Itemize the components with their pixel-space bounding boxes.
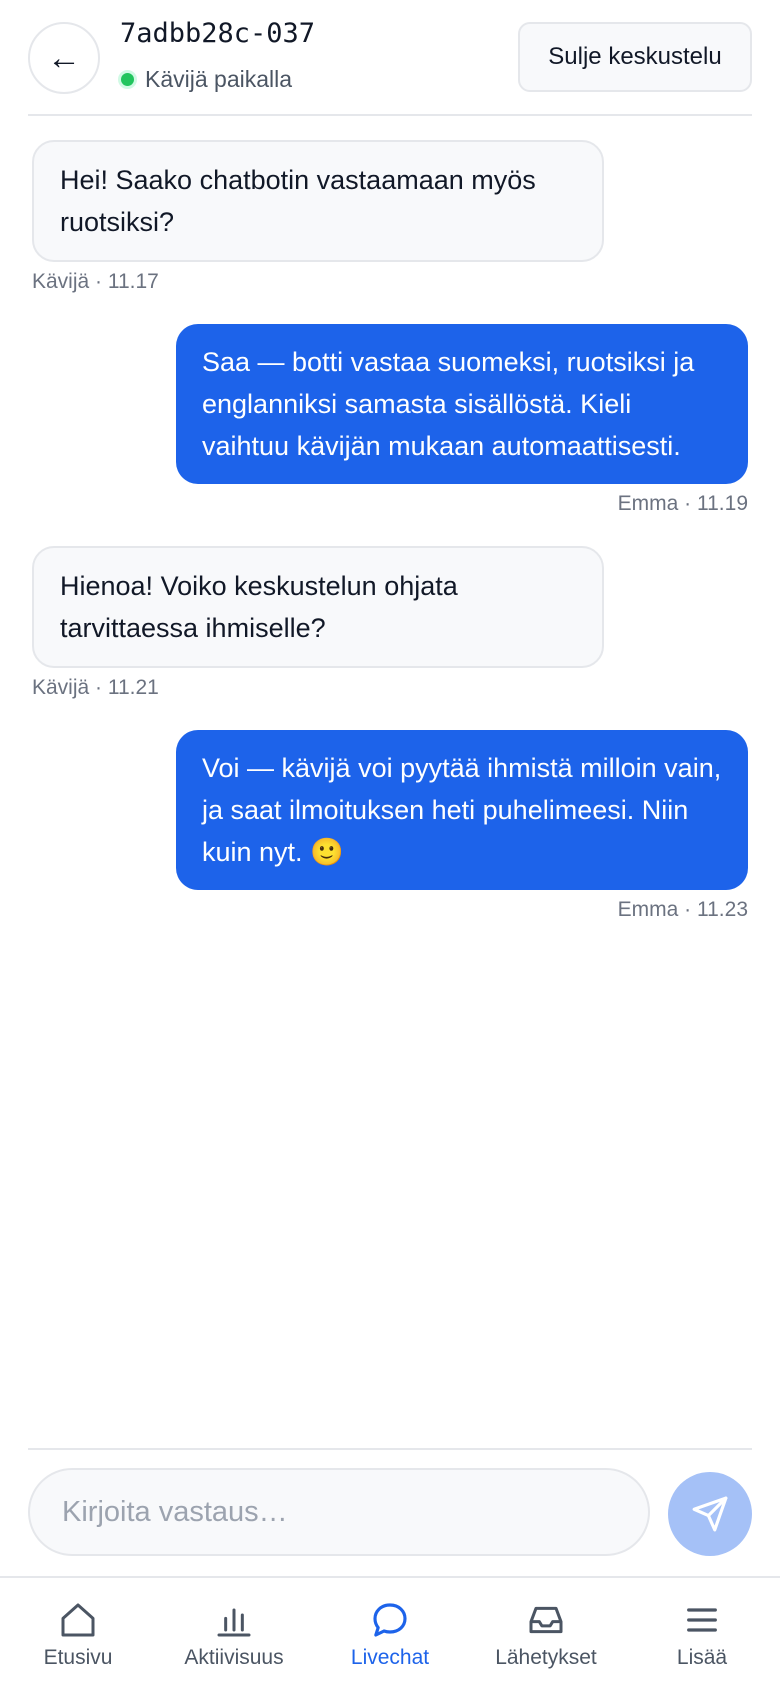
message-outgoing: Saa — botti vastaa suomeksi, ruotsiksi j…: [176, 324, 748, 516]
message-bubble: Voi — kävijä voi pyytää ihmistä milloin …: [176, 730, 748, 890]
nav-item-submissions[interactable]: Lähetykset: [468, 1578, 624, 1688]
nav-label: Etusivu: [43, 1646, 113, 1669]
livechat-screen: ← 7adbb28c-037 Kävijä paikalla Sulje kes…: [0, 0, 780, 1688]
menu-icon: [687, 1608, 717, 1632]
send-icon: [692, 1496, 728, 1532]
nav-label: Lisää: [676, 1646, 728, 1669]
chat-bubble-icon: [373, 1603, 407, 1637]
chat-header: ← 7adbb28c-037 Kävijä paikalla Sulje kes…: [28, 0, 752, 116]
message-bubble: Hienoa! Voiko keskustelun ohjata tarvitt…: [32, 546, 604, 668]
message-meta: Kävijä · 11.17: [32, 270, 159, 293]
message-outgoing: Voi — kävijä voi pyytää ihmistä milloin …: [176, 730, 748, 922]
home-icon: [61, 1603, 95, 1637]
message-meta: Emma · 11.19: [617, 492, 748, 515]
nav-item-activity[interactable]: Aktiivisuus: [156, 1578, 312, 1688]
message-incoming: Hei! Saako chatbotin vastaamaan myös ruo…: [32, 140, 604, 294]
nav-label: Lähetykset: [495, 1646, 597, 1669]
arrow-left-icon: ←: [47, 38, 81, 77]
back-button[interactable]: ←: [28, 22, 100, 94]
nav-item-home[interactable]: Etusivu: [0, 1578, 156, 1688]
message-incoming: Hienoa! Voiko keskustelun ohjata tarvitt…: [32, 546, 604, 700]
visitor-presence: Kävijä paikalla: [118, 66, 292, 93]
send-button[interactable]: [668, 1472, 752, 1556]
close-conversation-button[interactable]: Sulje keskustelu: [518, 22, 752, 92]
message-bubble: Saa — botti vastaa suomeksi, ruotsiksi j…: [176, 324, 748, 484]
nav-label: Livechat: [350, 1646, 430, 1669]
message-bubble: Hei! Saako chatbotin vastaamaan myös ruo…: [32, 140, 604, 262]
nav-item-more[interactable]: Lisää: [624, 1578, 780, 1688]
reply-input[interactable]: [28, 1468, 650, 1556]
nav-label: Aktiivisuus: [184, 1646, 284, 1669]
message-meta: Emma · 11.23: [617, 898, 748, 921]
conversation-id: 7adbb28c-037: [120, 18, 316, 49]
bar-chart-icon: [217, 1608, 251, 1637]
composer-divider: [28, 1448, 752, 1450]
inbox-icon: [529, 1606, 563, 1634]
nav-item-livechat[interactable]: Livechat: [312, 1578, 468, 1688]
online-status-icon: [118, 70, 137, 89]
bottom-navigation: Etusivu Aktiivisuus Livechat Lähetykset: [0, 1576, 780, 1688]
message-meta: Kävijä · 11.21: [32, 676, 159, 699]
presence-label: Kävijä paikalla: [145, 66, 293, 92]
